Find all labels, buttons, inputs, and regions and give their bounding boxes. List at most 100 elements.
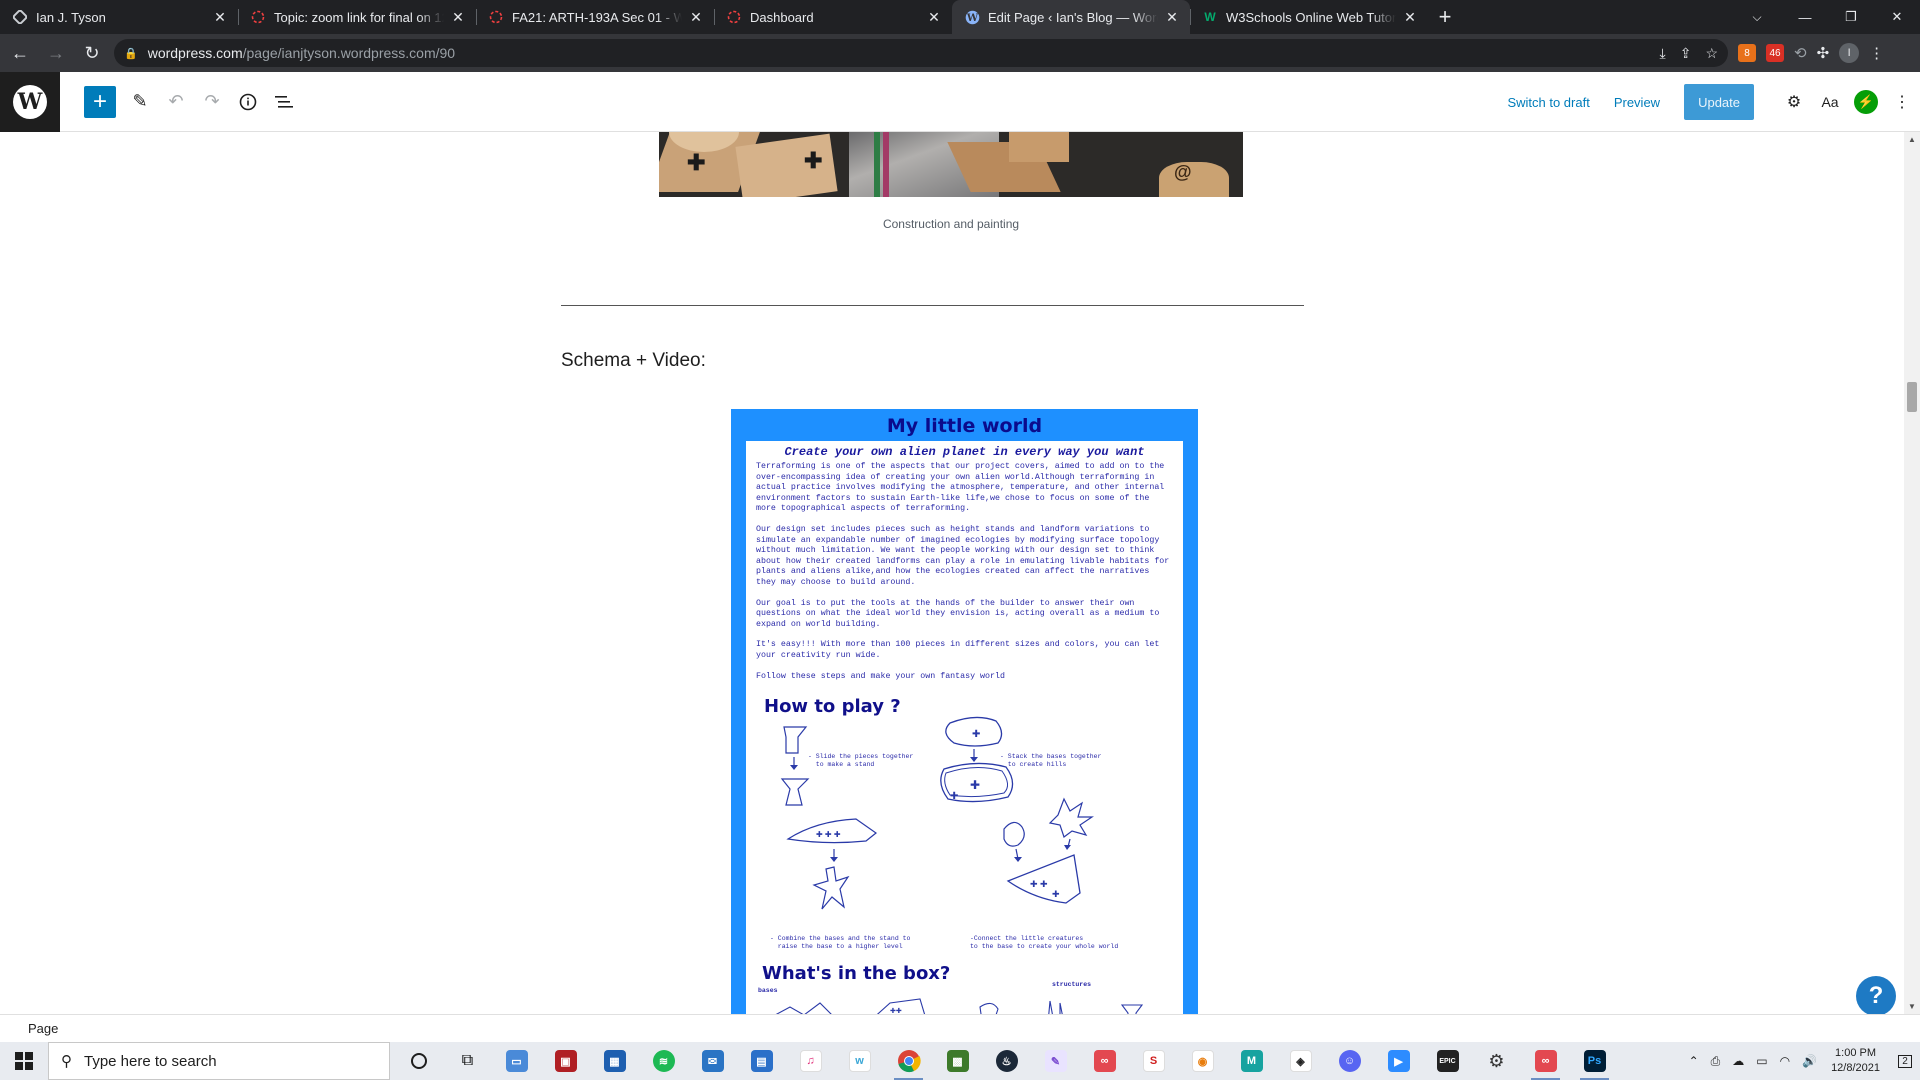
undo-icon[interactable]: ↶	[158, 84, 194, 120]
switch-to-draft-button[interactable]: Switch to draft	[1507, 95, 1589, 110]
list-view-icon[interactable]	[266, 84, 302, 120]
device-icon[interactable]: ⎙	[1711, 1054, 1721, 1069]
paint-icon[interactable]: ✎	[1031, 1042, 1080, 1080]
poster-subtitle: Create your own alien planet in every wa…	[784, 445, 1145, 459]
options-kebab-icon[interactable]: ⋮	[1884, 84, 1920, 120]
maya-icon[interactable]: M	[1227, 1042, 1276, 1080]
new-tab-button[interactable]: +	[1428, 0, 1462, 34]
lock-icon[interactable]: 🔒	[124, 47, 138, 60]
close-icon[interactable]: ✕	[926, 9, 942, 26]
app-s-icon[interactable]: S	[1129, 1042, 1178, 1080]
chevron-down-icon[interactable]: ⌵	[1740, 0, 1774, 34]
loading-icon	[726, 9, 742, 25]
photoshop-icon[interactable]: Ps	[1570, 1042, 1619, 1080]
steam-icon[interactable]: ♨	[982, 1042, 1031, 1080]
close-window-button[interactable]: ✕	[1874, 0, 1920, 34]
zoom-icon[interactable]: ▶	[1374, 1042, 1423, 1080]
discord-icon[interactable]: ☺	[1325, 1042, 1374, 1080]
microsoft-store-icon[interactable]: ▦	[590, 1042, 639, 1080]
file-explorer-icon[interactable]: ▭	[492, 1042, 541, 1080]
install-icon[interactable]: ⤓	[1660, 45, 1666, 62]
scrollbar-thumb[interactable]	[1907, 382, 1917, 412]
scroll-down-icon[interactable]: ▼	[1904, 1002, 1920, 1011]
extension-badge-icon[interactable]: 8	[1738, 44, 1756, 62]
tab-zoom-topic[interactable]: Topic: zoom link for final on 12/9 ✕	[238, 0, 476, 34]
pencil-icon[interactable]: ✎	[122, 84, 158, 120]
onedrive-icon[interactable]: ☁	[1732, 1054, 1744, 1068]
schema-poster-image[interactable]: My little world Create your own alien pl…	[731, 409, 1198, 1014]
back-button[interactable]: ←	[4, 37, 36, 69]
editor-scrollbar[interactable]: ▲ ▼	[1904, 132, 1920, 1014]
mail-icon[interactable]: ✉	[688, 1042, 737, 1080]
puzzle-extensions-icon[interactable]: ✣	[1817, 44, 1830, 62]
unity-icon[interactable]: ◈	[1276, 1042, 1325, 1080]
tab-dashboard[interactable]: Dashboard ✕	[714, 0, 952, 34]
close-icon[interactable]: ✕	[1164, 9, 1180, 26]
add-block-button[interactable]: +	[84, 85, 116, 118]
breadcrumb-page[interactable]: Page	[28, 1021, 58, 1036]
redo-icon[interactable]: ↷	[194, 84, 230, 120]
settings-icon[interactable]: ⚙	[1472, 1042, 1521, 1080]
wifi-icon[interactable]: ◠	[1780, 1054, 1790, 1068]
separator-line[interactable]	[561, 305, 1304, 306]
preview-button[interactable]: Preview	[1614, 95, 1660, 110]
svg-text:✚: ✚	[970, 778, 980, 792]
taskbar-search-box[interactable]: ⚲ Type here to search	[48, 1042, 390, 1080]
help-button[interactable]: ?	[1856, 976, 1896, 1016]
schema-heading-paragraph[interactable]: Schema + Video:	[561, 350, 706, 372]
battery-icon[interactable]: ▭	[1756, 1054, 1767, 1068]
cortana-icon[interactable]	[394, 1042, 443, 1080]
kebab-menu-icon[interactable]: ⋮	[1869, 44, 1884, 62]
itunes-icon[interactable]: ♫	[786, 1042, 835, 1080]
address-bar[interactable]: 🔒 wordpress.com/page/ianjtyson.wordpress…	[114, 39, 1728, 67]
calculator-icon[interactable]: ▤	[737, 1042, 786, 1080]
close-icon[interactable]: ✕	[212, 9, 228, 26]
taskbar-clock[interactable]: 1:00 PM 12/8/2021	[1831, 1046, 1880, 1076]
tab-w3schools[interactable]: W W3Schools Online Web Tutorials ✕	[1190, 0, 1428, 34]
construction-photo[interactable]: ✚ ✚ @	[659, 132, 1243, 197]
typography-icon[interactable]: Aa	[1812, 84, 1848, 120]
scroll-up-icon[interactable]: ▲	[1904, 135, 1920, 144]
spotify-icon[interactable]: ≋	[639, 1042, 688, 1080]
update-button[interactable]: Update	[1684, 84, 1754, 120]
close-icon[interactable]: ✕	[688, 9, 704, 26]
blender-icon[interactable]: ◉	[1178, 1042, 1227, 1080]
tab-arth-193a[interactable]: FA21: ARTH-193A Sec 01 - World ✕	[476, 0, 714, 34]
poster-title: My little world	[886, 415, 1043, 437]
notification-center-icon[interactable]: 2	[1890, 1042, 1920, 1080]
creative-cloud-running-icon[interactable]: ∞	[1521, 1042, 1570, 1080]
tab-title: Edit Page ‹ Ian's Blog — WordPress	[988, 9, 1158, 25]
image-caption[interactable]: Construction and painting	[659, 217, 1243, 231]
task-view-icon[interactable]: ⧉	[443, 1042, 492, 1080]
share-icon[interactable]: ⇪	[1680, 45, 1692, 62]
creative-cloud-icon[interactable]: ∞	[1080, 1042, 1129, 1080]
close-icon[interactable]: ✕	[450, 9, 466, 26]
chevron-up-icon[interactable]: ⌃	[1689, 1054, 1699, 1068]
loading-icon	[250, 9, 266, 25]
history-icon[interactable]: ⟲	[1794, 44, 1807, 62]
bookmark-star-icon[interactable]: ☆	[1705, 45, 1718, 62]
wordpress-logo-icon[interactable]: W	[0, 71, 60, 132]
reload-button[interactable]: ↻	[76, 37, 108, 69]
minecraft-icon[interactable]: ▩	[933, 1042, 982, 1080]
settings-gear-icon[interactable]: ⚙	[1776, 84, 1812, 120]
profile-avatar[interactable]: I	[1839, 43, 1860, 63]
extension-badge-icon[interactable]: 46	[1766, 44, 1784, 62]
minimize-button[interactable]: —	[1782, 0, 1828, 34]
info-icon[interactable]	[230, 84, 266, 120]
jetpack-icon[interactable]: ⚡	[1848, 84, 1884, 120]
search-icon: ⚲	[61, 1053, 72, 1070]
tab-edit-page-wordpress[interactable]: W Edit Page ‹ Ian's Blog — WordPress ✕	[952, 0, 1190, 34]
volume-icon[interactable]: 🔊	[1802, 1054, 1817, 1068]
block-breadcrumb: Page	[0, 1014, 1920, 1042]
browser-toolbar: ← → ↻ 🔒 wordpress.com/page/ianjtyson.wor…	[0, 34, 1920, 72]
wattpad-icon[interactable]: w	[835, 1042, 884, 1080]
forward-button[interactable]: →	[40, 37, 72, 69]
epic-games-icon[interactable]: EPIC	[1423, 1042, 1472, 1080]
close-icon[interactable]: ✕	[1402, 9, 1418, 26]
windows-start-icon[interactable]	[0, 1042, 48, 1080]
app-red-icon[interactable]: ▣	[541, 1042, 590, 1080]
chrome-icon[interactable]	[884, 1042, 933, 1080]
restore-button[interactable]: ❐	[1828, 0, 1874, 34]
tab-ian-tyson[interactable]: Ian J. Tyson ✕	[0, 0, 238, 34]
